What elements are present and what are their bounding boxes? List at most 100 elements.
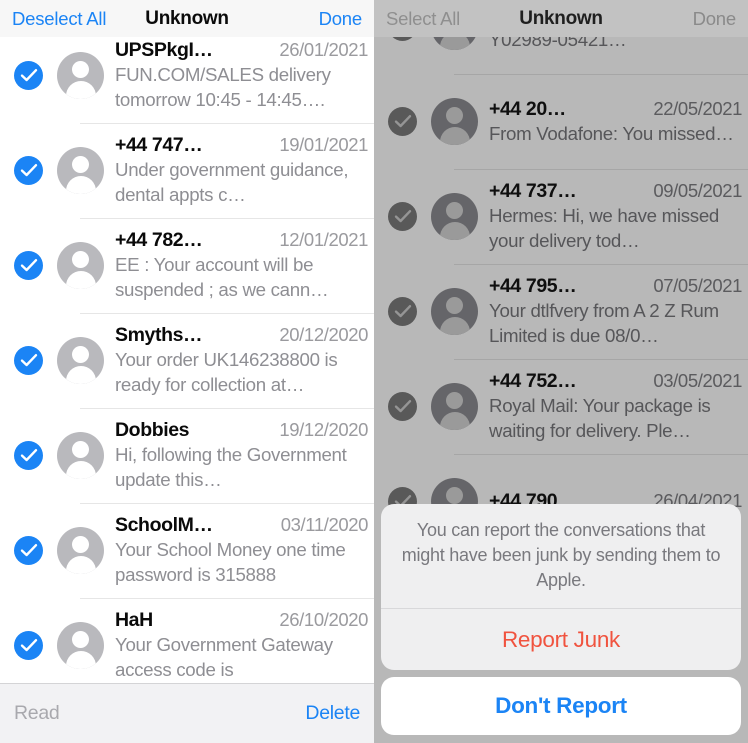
- message-row-text: HaH 26/10/2020 Your Government Gateway acc…: [115, 609, 374, 682]
- contact-avatar-icon: [431, 288, 478, 335]
- message-row[interactable]: +44 737… 09/05/2021 Hermes: Hi, we have mi…: [374, 169, 748, 264]
- left-navbar: Deselect All Unknown Done: [0, 0, 374, 37]
- contact-avatar-icon: [57, 337, 104, 384]
- message-date: 09/05/2021: [653, 180, 742, 201]
- message-row[interactable]: +44 20… 22/05/2021 From Vodafone: You miss…: [374, 74, 748, 169]
- row-checkbox-selected-icon[interactable]: [388, 107, 417, 136]
- message-sender: +44 20…: [489, 97, 566, 120]
- report-junk-button[interactable]: Report Junk: [381, 609, 741, 670]
- avatar-body: [65, 271, 96, 289]
- checkmark-glyph: [394, 400, 411, 413]
- message-row[interactable]: Smyths… 20/12/2020 Your order UK146238800 …: [0, 313, 374, 408]
- message-row-text: +44 747… 19/01/2021 Under government guida…: [115, 134, 374, 207]
- message-preview: From Vodafone: You missed…: [489, 122, 734, 144]
- message-row[interactable]: +44 782… 12/01/2021 EE : Your account will…: [0, 218, 374, 313]
- message-date: 22/05/2021: [653, 97, 742, 119]
- checkmark-glyph: [20, 259, 37, 272]
- message-row-header: +44 737… 09/05/2021: [489, 180, 742, 203]
- message-sender: HaH: [115, 609, 153, 631]
- row-checkbox-selected-icon[interactable]: [14, 441, 43, 470]
- row-checkbox-selected-icon[interactable]: [388, 202, 417, 231]
- avatar-body: [65, 556, 96, 574]
- row-checkbox-selected-icon[interactable]: [388, 392, 417, 421]
- message-date: 03/11/2020: [280, 514, 369, 535]
- message-row-text: UPSPkgI… 26/01/2021 FUN.COM/SALES delivery…: [115, 39, 374, 112]
- message-sender: UPSPkgI…: [115, 39, 213, 61]
- message-row[interactable]: Dobbies 19/12/2020 Hi, following the Gover…: [0, 408, 374, 503]
- row-checkbox-selected-icon[interactable]: [14, 61, 43, 90]
- message-row-header: +44 795… 07/05/2021: [489, 275, 742, 298]
- message-row[interactable]: HaH 26/10/2020 Your Government Gateway acc…: [0, 598, 374, 693]
- contact-avatar-icon: [431, 98, 478, 145]
- message-row[interactable]: +44 752… 03/05/2021 Royal Mail: Your packa…: [374, 359, 748, 454]
- checkmark-glyph: [20, 354, 37, 367]
- row-checkbox-selected-icon[interactable]: [14, 346, 43, 375]
- avatar-head: [72, 61, 89, 78]
- row-checkbox-selected-icon[interactable]: [14, 536, 43, 565]
- avatar-head: [446, 202, 463, 219]
- checkmark-glyph: [20, 544, 37, 557]
- message-preview: Royal Mail: Your package is waiting for …: [489, 395, 711, 441]
- select-all-button[interactable]: Select All: [386, 8, 460, 30]
- right-panel-messages-report-junk: Select All Unknown Done Your prescriptio…: [374, 0, 748, 743]
- message-row-text: +44 795… 07/05/2021 Your dtlfvery from A 2…: [489, 275, 748, 348]
- contact-avatar-icon: [431, 193, 478, 240]
- message-row-header: +44 752… 03/05/2021: [489, 370, 742, 393]
- message-row[interactable]: +44 795… 07/05/2021 Your dtlfvery from A 2…: [374, 264, 748, 359]
- message-preview: Under government guidance, dental appts …: [115, 159, 349, 205]
- row-checkbox-selected-icon[interactable]: [388, 297, 417, 326]
- avatar-head: [72, 536, 89, 553]
- message-date: 19/01/2021: [279, 134, 368, 155]
- message-row[interactable]: SchoolM… 03/11/2020 Your School Money one …: [0, 503, 374, 598]
- avatar-head: [72, 441, 89, 458]
- message-row-header: Dobbies 19/12/2020: [115, 419, 368, 442]
- message-row-header: HaH 26/10/2020: [115, 609, 368, 632]
- message-preview: EE : Your account will be suspended ; as…: [115, 254, 329, 300]
- checkmark-glyph: [20, 69, 37, 82]
- message-sender: +44 747…: [115, 134, 203, 156]
- read-button[interactable]: Read: [14, 702, 60, 725]
- message-sender: SchoolM…: [115, 514, 213, 536]
- avatar-body: [439, 127, 470, 145]
- right-done-button[interactable]: Done: [693, 8, 737, 30]
- delete-button[interactable]: Delete: [305, 702, 360, 725]
- message-date: 26/10/2020: [279, 609, 368, 630]
- checkmark-glyph: [20, 639, 37, 652]
- avatar-body: [439, 317, 470, 335]
- avatar-body: [65, 176, 96, 194]
- checkmark-glyph: [20, 164, 37, 177]
- deselect-all-button[interactable]: Deselect All: [12, 8, 106, 30]
- screen: Deselect All Unknown Done UPSPkgI… 26/01/…: [0, 0, 748, 743]
- checkmark-glyph: [20, 449, 37, 462]
- message-sender: +44 752…: [489, 370, 577, 392]
- message-row-text: +44 782… 12/01/2021 EE : Your account will…: [115, 229, 374, 302]
- avatar-body: [65, 651, 96, 669]
- message-row-header: UPSPkgI… 26/01/2021: [115, 39, 368, 62]
- message-row-text: +44 737… 09/05/2021 Hermes: Hi, we have mi…: [489, 180, 748, 253]
- contact-avatar-icon: [57, 622, 104, 669]
- message-date: 12/01/2021: [279, 229, 368, 250]
- message-row[interactable]: +44 747… 19/01/2021 Under government guida…: [0, 123, 374, 218]
- message-row-header: +44 20… 22/05/2021: [489, 98, 742, 121]
- message-preview: Your School Money one time password is 3…: [115, 539, 346, 585]
- avatar-head: [446, 487, 463, 504]
- row-checkbox-selected-icon[interactable]: [14, 631, 43, 660]
- message-row-text: +44 20… 22/05/2021 From Vodafone: You miss…: [489, 98, 748, 146]
- avatar-head: [446, 392, 463, 409]
- message-sender: +44 795…: [489, 275, 577, 297]
- avatar-body: [439, 222, 470, 240]
- message-row[interactable]: UPSPkgI… 26/01/2021 FUN.COM/SALES delivery…: [0, 28, 374, 123]
- avatar-head: [72, 346, 89, 363]
- row-checkbox-selected-icon[interactable]: [14, 156, 43, 185]
- avatar-body: [65, 366, 96, 384]
- checkmark-glyph: [394, 305, 411, 318]
- left-message-list[interactable]: UPSPkgI… 26/01/2021 FUN.COM/SALES delivery…: [0, 37, 374, 743]
- message-preview: Hi, following the Government update this…: [115, 444, 347, 490]
- message-date: 19/12/2020: [279, 419, 368, 440]
- avatar-head: [72, 156, 89, 173]
- left-done-button[interactable]: Done: [319, 8, 363, 30]
- dont-report-button[interactable]: Don't Report: [381, 677, 741, 735]
- action-sheet-message: You can report the conversations that mi…: [381, 504, 741, 609]
- row-checkbox-selected-icon[interactable]: [14, 251, 43, 280]
- contact-avatar-icon: [57, 52, 104, 99]
